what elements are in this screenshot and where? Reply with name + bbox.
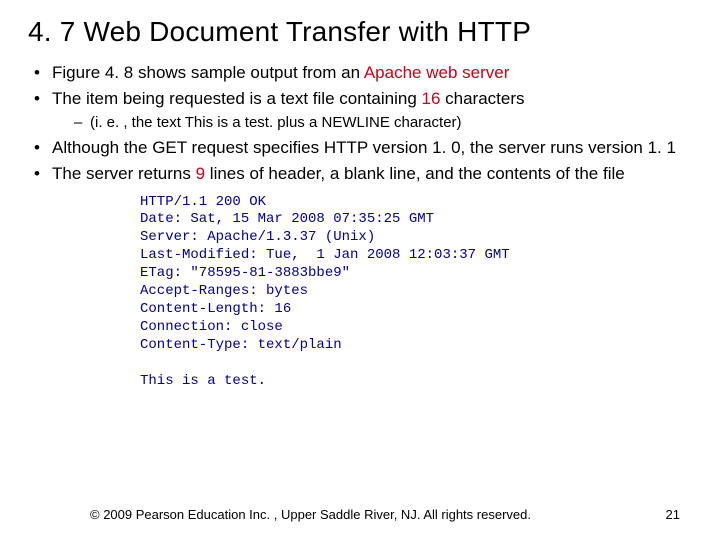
bullet-4-text-a: The server returns [52,164,196,183]
bullet-2-text-b: characters [440,89,524,108]
bullet-1: Figure 4. 8 shows sample output from an … [30,62,690,84]
bullet-1-red: Apache web server [364,63,510,82]
http-response-code: HTTP/1.1 200 OK Date: Sat, 15 Mar 2008 0… [140,194,690,391]
slide: 4. 7 Web Document Transfer with HTTP Fig… [0,0,720,540]
bullet-2-red: 16 [422,89,441,108]
page-number: 21 [666,507,680,522]
bullet-3-text: Although the GET request specifies HTTP … [52,138,676,157]
bullet-3: Although the GET request specifies HTTP … [30,137,690,159]
bullet-1-text-a: Figure 4. 8 shows sample output from an [52,63,364,82]
bullet-4-text-b: lines of header, a blank line, and the c… [205,164,625,183]
sub-bullet-1: (i. e. , the text This is a test. plus a… [72,113,690,133]
bullet-list: Figure 4. 8 shows sample output from an … [30,62,690,186]
bullet-4-red: 9 [196,164,205,183]
footer: © 2009 Pearson Education Inc. , Upper Sa… [0,507,720,522]
bullet-2-text-a: The item being requested is a text file … [52,89,422,108]
bullet-4: The server returns 9 lines of header, a … [30,163,690,185]
slide-body: Figure 4. 8 shows sample output from an … [0,58,720,391]
copyright-text: © 2009 Pearson Education Inc. , Upper Sa… [90,507,531,522]
sub-bullet-list: (i. e. , the text This is a test. plus a… [52,113,690,133]
slide-title: 4. 7 Web Document Transfer with HTTP [0,0,720,58]
bullet-2: The item being requested is a text file … [30,88,690,132]
sub-bullet-1-text: (i. e. , the text This is a test. plus a… [90,114,462,131]
